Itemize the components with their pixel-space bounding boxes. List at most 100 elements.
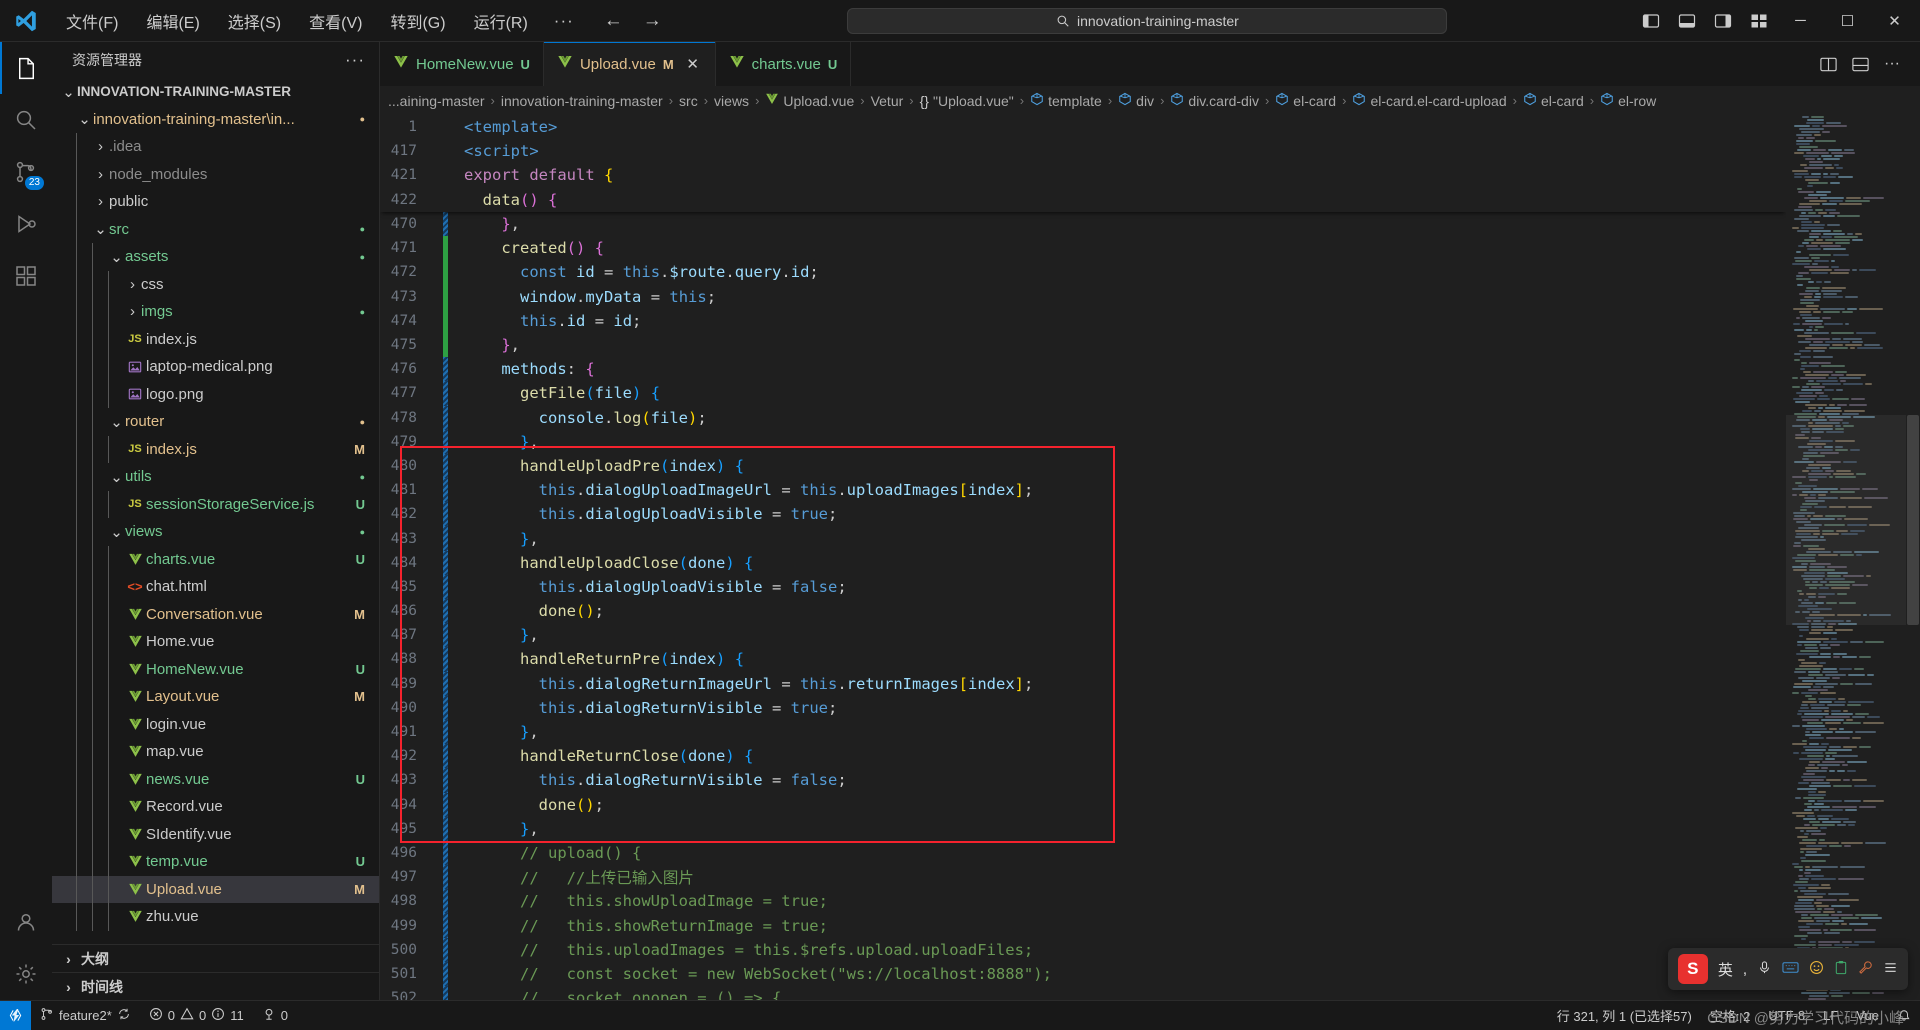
code-line-486[interactable]: 486 done(); — [380, 599, 1786, 624]
code-line-470[interactable]: 470 }, — [380, 212, 1786, 237]
tree-item-charts.vue[interactable]: charts.vue U — [52, 545, 379, 573]
tree-item-imgs[interactable]: › imgs ● — [52, 298, 379, 326]
tools-icon[interactable] — [1858, 960, 1873, 979]
chevron-right-icon[interactable]: › — [124, 276, 141, 293]
code-line-421[interactable]: 421 export default { — [380, 163, 1786, 187]
breadcrumb-item-vetur[interactable]: Vetur — [871, 93, 904, 109]
window-minimize-button[interactable]: ─ — [1777, 0, 1824, 42]
command-center-search[interactable]: innovation-training-master — [847, 7, 1448, 34]
tree-item-sidentify.vue[interactable]: SIdentify.vue — [52, 820, 379, 848]
tree-item-src[interactable]: ⌄ src ● — [52, 215, 379, 243]
activity-item-source-control[interactable]: 23 — [0, 146, 52, 198]
tree-item-innovation-training-master-in...[interactable]: ⌄ innovation-training-master\in... ● — [52, 106, 379, 134]
menu-item-view[interactable]: 查看(V) — [295, 5, 376, 37]
status-problems[interactable]: 0 0 11 — [140, 1001, 253, 1030]
customize-layout-icon[interactable] — [1741, 3, 1777, 39]
arrow-right-icon[interactable]: → — [643, 10, 662, 32]
chevron-down-icon[interactable]: ⌄ — [108, 523, 125, 541]
file-tree[interactable]: ⌄ INNOVATION-TRAINING-MASTER ⌄ innovation-t… — [52, 78, 379, 944]
editor-vertical-scrollbar[interactable] — [1906, 115, 1920, 1000]
code-line-476[interactable]: 476 methods: { — [380, 357, 1786, 382]
window-close-button[interactable]: ✕ — [1871, 0, 1918, 42]
breadcrumb-item-views[interactable]: views — [714, 93, 749, 109]
menu-icon[interactable] — [1883, 960, 1898, 979]
code-editor[interactable]: 470 }, 471 created() {472 const id = this… — [380, 115, 1920, 1000]
breadcrumb[interactable]: ...aining-master › innovation-training-mas… — [380, 86, 1920, 115]
sticky-scroll-header[interactable]: 1 <template> 417 <script> 421 export default … — [380, 115, 1786, 212]
activity-item-extensions[interactable] — [0, 250, 52, 302]
status-branch[interactable]: feature2* — [31, 1001, 140, 1030]
menu-item-selection[interactable]: 选择(S) — [214, 5, 295, 37]
code-scroll-pane[interactable]: 470 }, 471 created() {472 const id = this… — [380, 212, 1786, 1000]
chevron-down-icon[interactable]: ⌄ — [108, 468, 125, 486]
code-line-473[interactable]: 473 window.myData = this; — [380, 284, 1786, 309]
close-icon[interactable]: ✕ — [684, 55, 702, 73]
ime-toolbar[interactable]: S 英 , — [1667, 948, 1908, 990]
breadcrumb-item-el-card-el-card-upload[interactable]: el-card.el-card-upload — [1352, 92, 1507, 109]
tree-item-laptop-medical.png[interactable]: laptop-medical.png — [52, 353, 379, 381]
toggle-primary-sidebar-icon[interactable] — [1633, 3, 1669, 39]
tree-item-homenew.vue[interactable]: HomeNew.vue U — [52, 655, 379, 683]
tree-item-index.js[interactable]: JS index.js — [52, 325, 379, 353]
tree-item-innovation-training-master[interactable]: ⌄ INNOVATION-TRAINING-MASTER — [52, 78, 379, 106]
tree-item-conversation.vue[interactable]: Conversation.vue M — [52, 600, 379, 628]
chevron-right-icon[interactable]: › — [92, 193, 109, 210]
code-line-493[interactable]: 493 this.dialogReturnVisible = false; — [380, 768, 1786, 793]
editor-tab-charts-vue[interactable]: charts.vue U — [715, 42, 852, 86]
code-line-422[interactable]: 422 data() { — [380, 188, 1786, 212]
sidebar-section-timeline[interactable]: › 时间线 — [52, 972, 379, 1000]
tree-item-chat.html[interactable]: <> chat.html — [52, 573, 379, 601]
chevron-down-icon[interactable]: ⌄ — [60, 83, 77, 101]
code-line-479[interactable]: 479 }, — [380, 429, 1786, 454]
status-ports[interactable]: 0 — [253, 1001, 297, 1030]
code-line-489[interactable]: 489 this.dialogReturnImageUrl = this.ret… — [380, 671, 1786, 696]
chevron-down-icon[interactable]: ⌄ — [92, 220, 109, 238]
split-editor-icon[interactable] — [1814, 50, 1842, 78]
code-line-502[interactable]: 502 // socket.onopen = () => { — [380, 986, 1786, 1000]
breadcrumb-item-el-card[interactable]: el-card — [1275, 92, 1336, 109]
code-line-480[interactable]: 480 handleUploadPre(index) { — [380, 453, 1786, 479]
code-line-417[interactable]: 417 <script> — [380, 139, 1786, 163]
tree-item-login.vue[interactable]: login.vue — [52, 710, 379, 738]
code-line-496[interactable]: 496 // upload() { — [380, 840, 1786, 866]
activity-item-accounts[interactable] — [0, 896, 52, 948]
toggle-panel-icon[interactable] — [1669, 3, 1705, 39]
chevron-right-icon[interactable]: › — [124, 303, 141, 320]
code-line-475[interactable]: 475 }, — [380, 332, 1786, 358]
code-line-481[interactable]: 481 this.dialogUploadImageUrl = this.upl… — [380, 478, 1786, 503]
tree-item-sessionstorageservice.js[interactable]: JS sessionStorageService.js U — [52, 490, 379, 518]
code-line-497[interactable]: 497 // //上传已输入图片 — [380, 865, 1786, 890]
tree-item-upload.vue[interactable]: Upload.vue M — [52, 875, 379, 903]
tree-item-router[interactable]: ⌄ router ● — [52, 408, 379, 436]
breadcrumb-item-src[interactable]: src — [679, 93, 698, 109]
code-line-471[interactable]: 471 created() { — [380, 236, 1786, 261]
more-actions-icon[interactable]: ··· — [1878, 50, 1906, 78]
activity-item-run-debug[interactable] — [0, 198, 52, 250]
remote-window-icon[interactable] — [0, 1000, 31, 1030]
breadcrumb-item-template[interactable]: template — [1030, 92, 1102, 109]
chevron-down-icon[interactable]: ⌄ — [108, 248, 125, 266]
tree-item-logo.png[interactable]: logo.png — [52, 380, 379, 408]
tree-item-.idea[interactable]: › .idea — [52, 133, 379, 161]
tree-item-home.vue[interactable]: Home.vue — [52, 628, 379, 656]
more-actions-icon[interactable]: ··· — [345, 50, 371, 70]
tree-item-node-modules[interactable]: › node_modules — [52, 160, 379, 188]
tree-item-utils[interactable]: ⌄ utils ● — [52, 463, 379, 491]
editor-tabs[interactable]: HomeNew.vue U Upload.vue M ✕ charts.vue U — [380, 42, 1800, 86]
editor-tab-upload-vue[interactable]: Upload.vue M ✕ — [543, 42, 716, 86]
tree-item-map.vue[interactable]: map.vue — [52, 738, 379, 766]
layout-editor-icon[interactable] — [1846, 50, 1874, 78]
code-line-482[interactable]: 482 this.dialogUploadVisible = true; — [380, 502, 1786, 527]
activity-item-settings[interactable] — [0, 948, 52, 1000]
minimap[interactable] — [1786, 115, 1906, 1000]
mic-icon[interactable] — [1757, 960, 1772, 979]
minimap-slider[interactable] — [1786, 415, 1906, 625]
code-line-483[interactable]: 483 }, — [380, 526, 1786, 551]
activity-item-explorer[interactable] — [0, 42, 52, 94]
breadcrumb-item--aining-master[interactable]: ...aining-master — [388, 93, 484, 109]
tree-item-record.vue[interactable]: Record.vue — [52, 793, 379, 821]
breadcrumb-item-el-card[interactable]: el-card — [1523, 92, 1584, 109]
chevron-right-icon[interactable]: › — [92, 166, 109, 183]
code-line-492[interactable]: 492 handleReturnClose(done) { — [380, 744, 1786, 769]
window-maximize-button[interactable]: ☐ — [1824, 0, 1871, 42]
